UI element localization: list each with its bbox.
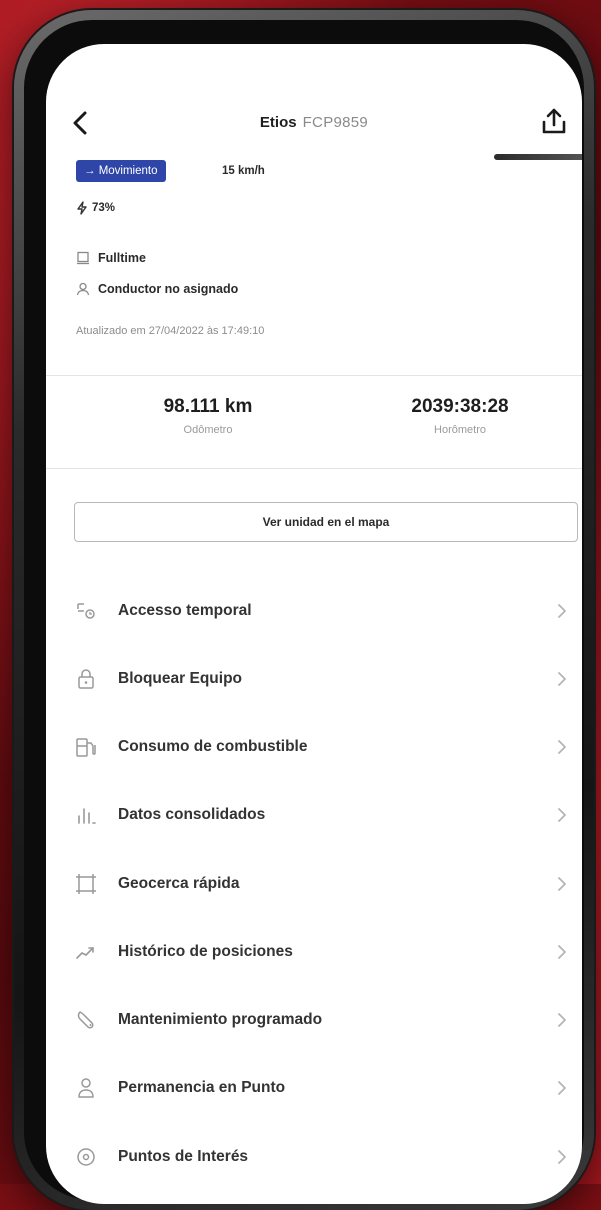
tracking-mode-label: Fulltime [98,251,146,265]
chevron-right-icon [558,1150,566,1164]
divider [46,468,582,469]
fuel-icon [76,738,96,757]
menu-item-label: Histórico de posiciones [118,943,293,960]
phone-frame: Etios FCP9859 → Movimiento 15 km/h 73% F… [14,10,594,1210]
last-updated: Atualizado em 27/04/2022 às 17:49:10 [76,325,265,337]
menu-item-label: Mantenimiento programado [118,1011,323,1028]
menu-item-fuel-consumption[interactable]: Consumo de combustible [46,713,582,781]
person-pin-icon [78,1078,94,1098]
vehicle-name: Etios [259,114,297,131]
menu-item-label: Accesso temporal [118,602,252,619]
hourmeter-stat: 2039:38:28 Horômetro [360,396,560,436]
status-badge: → Movimiento [76,160,166,182]
temporary-access-icon [77,603,95,619]
chevron-right-icon [558,808,566,822]
view-on-map-button[interactable]: Ver unidad en el mapa [74,502,578,542]
menu-item-lock-equipment[interactable]: Bloquear Equipo [46,645,582,713]
maintenance-icon [77,1011,94,1029]
chevron-right-icon [558,604,566,618]
header-indicator-bar [494,154,582,160]
odometer-stat: 98.111 km Odômetro [108,396,308,436]
driver-label: Conductor no asignado [98,282,239,296]
menu-item-consolidated-data[interactable]: Datos consolidados [46,781,582,849]
menu-item-stay-at-point[interactable]: Permanencia en Punto [46,1054,582,1122]
target-icon [77,1148,95,1166]
speed-value: 15 km/h [222,165,265,177]
menu-item-temporary-access[interactable]: Accesso temporal [46,577,582,645]
menu-item-points-of-interest[interactable]: Puntos de Interés [46,1123,582,1191]
hourmeter-label: Horômetro [434,424,486,436]
bar-chart-icon [78,808,96,824]
person-icon [76,282,90,296]
menu-item-label: Datos consolidados [118,806,266,823]
vehicle-plate: FCP9859 [302,114,369,131]
battery-row: 73% [76,201,115,215]
divider [46,375,582,376]
geofence-icon [76,874,96,894]
menu-item-label: Consumo de combustible [118,738,308,755]
menu-item-label: Puntos de Interés [118,1148,249,1165]
lightning-icon [77,201,87,215]
chevron-right-icon [558,740,566,754]
tracking-mode-row: Fulltime [76,251,146,265]
page-title: Etios FCP9859 [46,114,582,131]
menu-item-label: Permanencia en Punto [118,1079,286,1096]
menu-item-quick-geofence[interactable]: Geocerca rápida [46,850,582,918]
menu-item-label: Geocerca rápida [118,875,240,892]
chevron-right-icon [558,1081,566,1095]
driver-row: Conductor no asignado [76,282,238,296]
phone-bezel: Etios FCP9859 → Movimiento 15 km/h 73% F… [24,20,584,1204]
menu-item-label: Bloquear Equipo [118,670,242,687]
chevron-right-icon [558,945,566,959]
lock-icon [78,669,94,689]
trend-icon [76,947,94,959]
app-screen: Etios FCP9859 → Movimiento 15 km/h 73% F… [46,44,582,1204]
menu-item-position-history[interactable]: Histórico de posiciones [46,918,582,986]
hourmeter-value: 2039:38:28 [411,396,509,417]
chevron-right-icon [558,1013,566,1027]
device-icon [77,251,89,265]
chevron-right-icon [558,672,566,686]
share-icon[interactable] [540,106,568,136]
menu-item-scheduled-maintenance[interactable]: Mantenimiento programado [46,986,582,1054]
battery-value: 73% [92,202,116,214]
odometer-value: 98.111 km [163,396,253,417]
odometer-label: Odômetro [183,424,233,436]
chevron-right-icon [558,877,566,891]
